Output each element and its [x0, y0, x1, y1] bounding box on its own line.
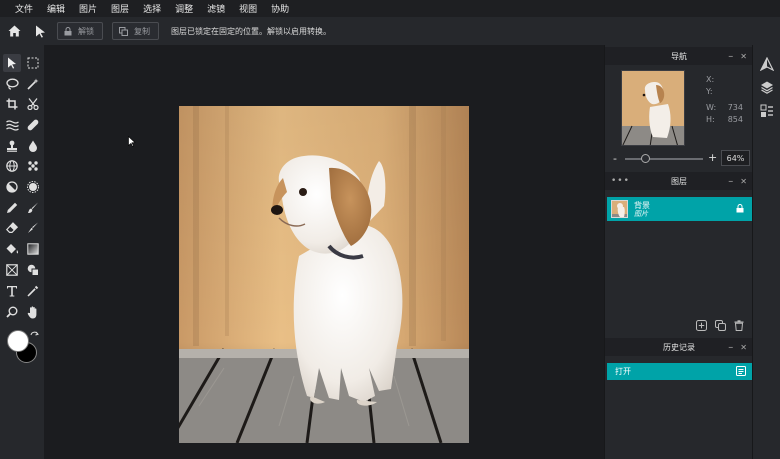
- layers-toggle-icon[interactable]: [760, 80, 774, 94]
- nav-y-label: Y:: [706, 87, 713, 96]
- menu-help[interactable]: 协助: [271, 2, 289, 15]
- layer-item-background[interactable]: 背景 图片: [607, 197, 752, 221]
- navigator-title: 导航: [671, 51, 687, 61]
- history-title: 历史记录: [663, 342, 695, 352]
- menu-layer[interactable]: 图层: [111, 2, 129, 15]
- duplicate-label: 复制: [134, 26, 150, 36]
- blur-drop-icon[interactable]: [24, 137, 42, 155]
- menu-filter[interactable]: 滤镜: [207, 2, 225, 15]
- history-item-open[interactable]: 打开: [607, 363, 752, 380]
- zoom-in-button[interactable]: +: [708, 151, 717, 164]
- lock-message: 图层已锁定在固定的位置。解锁以启用转换。: [171, 26, 331, 36]
- globe-icon[interactable]: [3, 157, 21, 175]
- pencil-icon[interactable]: [3, 199, 21, 217]
- marquee-select-icon[interactable]: [24, 54, 42, 72]
- layer-type: 图片: [634, 210, 648, 218]
- shape-icon[interactable]: [24, 261, 42, 279]
- delete-layer-icon[interactable]: [734, 320, 744, 334]
- smudge-icon[interactable]: [24, 219, 42, 237]
- duplicate-layer-icon[interactable]: [715, 320, 726, 334]
- layer-lock-icon[interactable]: [736, 204, 744, 216]
- menu-view[interactable]: 视图: [239, 2, 257, 15]
- foreground-color-swatch[interactable]: [7, 330, 29, 352]
- minimize-icon[interactable]: –: [728, 51, 733, 62]
- layers-title: 图层: [671, 176, 687, 186]
- dodge-icon[interactable]: [3, 178, 21, 196]
- lock-icon: [64, 26, 72, 35]
- layers-panel-header: ••• 图层 – ✕: [605, 172, 753, 190]
- layer-actions: [696, 320, 744, 334]
- duplicate-icon: [119, 26, 128, 36]
- menu-image[interactable]: 图片: [79, 2, 97, 15]
- dog-photo[interactable]: [179, 106, 469, 443]
- history-panel-header: 历史记录 – ✕: [605, 338, 753, 356]
- navigator-thumbnail[interactable]: [621, 70, 685, 146]
- minimize-icon[interactable]: –: [728, 342, 733, 353]
- unlock-button[interactable]: 解锁: [57, 22, 103, 40]
- nav-h-value: 854: [727, 115, 743, 124]
- tool-palette: [0, 45, 44, 459]
- layer-thumbnail: [611, 200, 628, 218]
- zoom-out-button[interactable]: -: [613, 152, 617, 165]
- menu-select[interactable]: 选择: [143, 2, 161, 15]
- menu-file[interactable]: 文件: [15, 2, 33, 15]
- liquify-icon[interactable]: [3, 116, 21, 134]
- menu-adjust[interactable]: 调整: [175, 2, 193, 15]
- lasso-icon[interactable]: [3, 75, 21, 93]
- sponge-icon[interactable]: [24, 178, 42, 196]
- frame-icon[interactable]: [3, 261, 21, 279]
- swap-colors-icon[interactable]: [30, 331, 39, 343]
- mouse-cursor-icon: [128, 135, 136, 150]
- close-icon[interactable]: ✕: [740, 177, 747, 186]
- canvas-area[interactable]: [44, 45, 604, 459]
- close-icon[interactable]: ✕: [740, 343, 747, 352]
- more-options-icon[interactable]: •••: [611, 172, 630, 190]
- zoom-slider-track[interactable]: [625, 158, 703, 160]
- add-layer-icon[interactable]: [696, 320, 707, 334]
- panel-toggle-strip: [752, 45, 780, 459]
- clone-stamp-icon[interactable]: [3, 137, 21, 155]
- move-tool-icon[interactable]: [3, 54, 21, 72]
- hand-icon[interactable]: [24, 303, 42, 321]
- paint-bucket-icon[interactable]: [3, 240, 21, 258]
- text-tool-icon[interactable]: [3, 282, 21, 300]
- nav-w-value: 734: [727, 103, 743, 112]
- magic-wand-icon[interactable]: [24, 75, 42, 93]
- adjustments-toggle-icon[interactable]: [760, 104, 774, 118]
- zoom-icon[interactable]: [3, 303, 21, 321]
- healing-bandage-icon[interactable]: [24, 116, 42, 134]
- move-tool-indicator-icon: [33, 24, 47, 38]
- document-icon: [736, 366, 746, 379]
- pattern-dots-icon[interactable]: [24, 157, 42, 175]
- menu-edit[interactable]: 编辑: [47, 2, 65, 15]
- crop-icon[interactable]: [3, 95, 21, 113]
- navigator-toggle-icon[interactable]: [759, 56, 775, 72]
- unlock-label: 解锁: [78, 26, 94, 36]
- duplicate-button[interactable]: 复制: [112, 22, 159, 40]
- minimize-icon[interactable]: –: [728, 176, 733, 187]
- gradient-icon[interactable]: [24, 240, 42, 258]
- close-icon[interactable]: ✕: [740, 52, 747, 61]
- scissors-icon[interactable]: [24, 95, 42, 113]
- eyedropper-icon[interactable]: [24, 282, 42, 300]
- options-bar: 解锁 复制 图层已锁定在固定的位置。解锁以启用转换。: [0, 17, 780, 45]
- zoom-value-field[interactable]: 64%: [721, 150, 750, 166]
- history-item-label: 打开: [615, 367, 631, 376]
- home-icon[interactable]: [7, 24, 21, 38]
- navigator-panel-header: 导航 – ✕: [605, 47, 753, 65]
- right-panels: 导航 – ✕ X: Y: W: H: 734 854 - + 64% ••• 图…: [604, 45, 753, 459]
- brush-icon[interactable]: [24, 199, 42, 217]
- eraser-icon[interactable]: [3, 219, 21, 237]
- menu-bar: 文件 编辑 图片 图层 选择 调整 滤镜 视图 协助: [0, 0, 780, 17]
- zoom-slider-handle[interactable]: [641, 154, 650, 163]
- nav-x-label: X:: [706, 75, 715, 84]
